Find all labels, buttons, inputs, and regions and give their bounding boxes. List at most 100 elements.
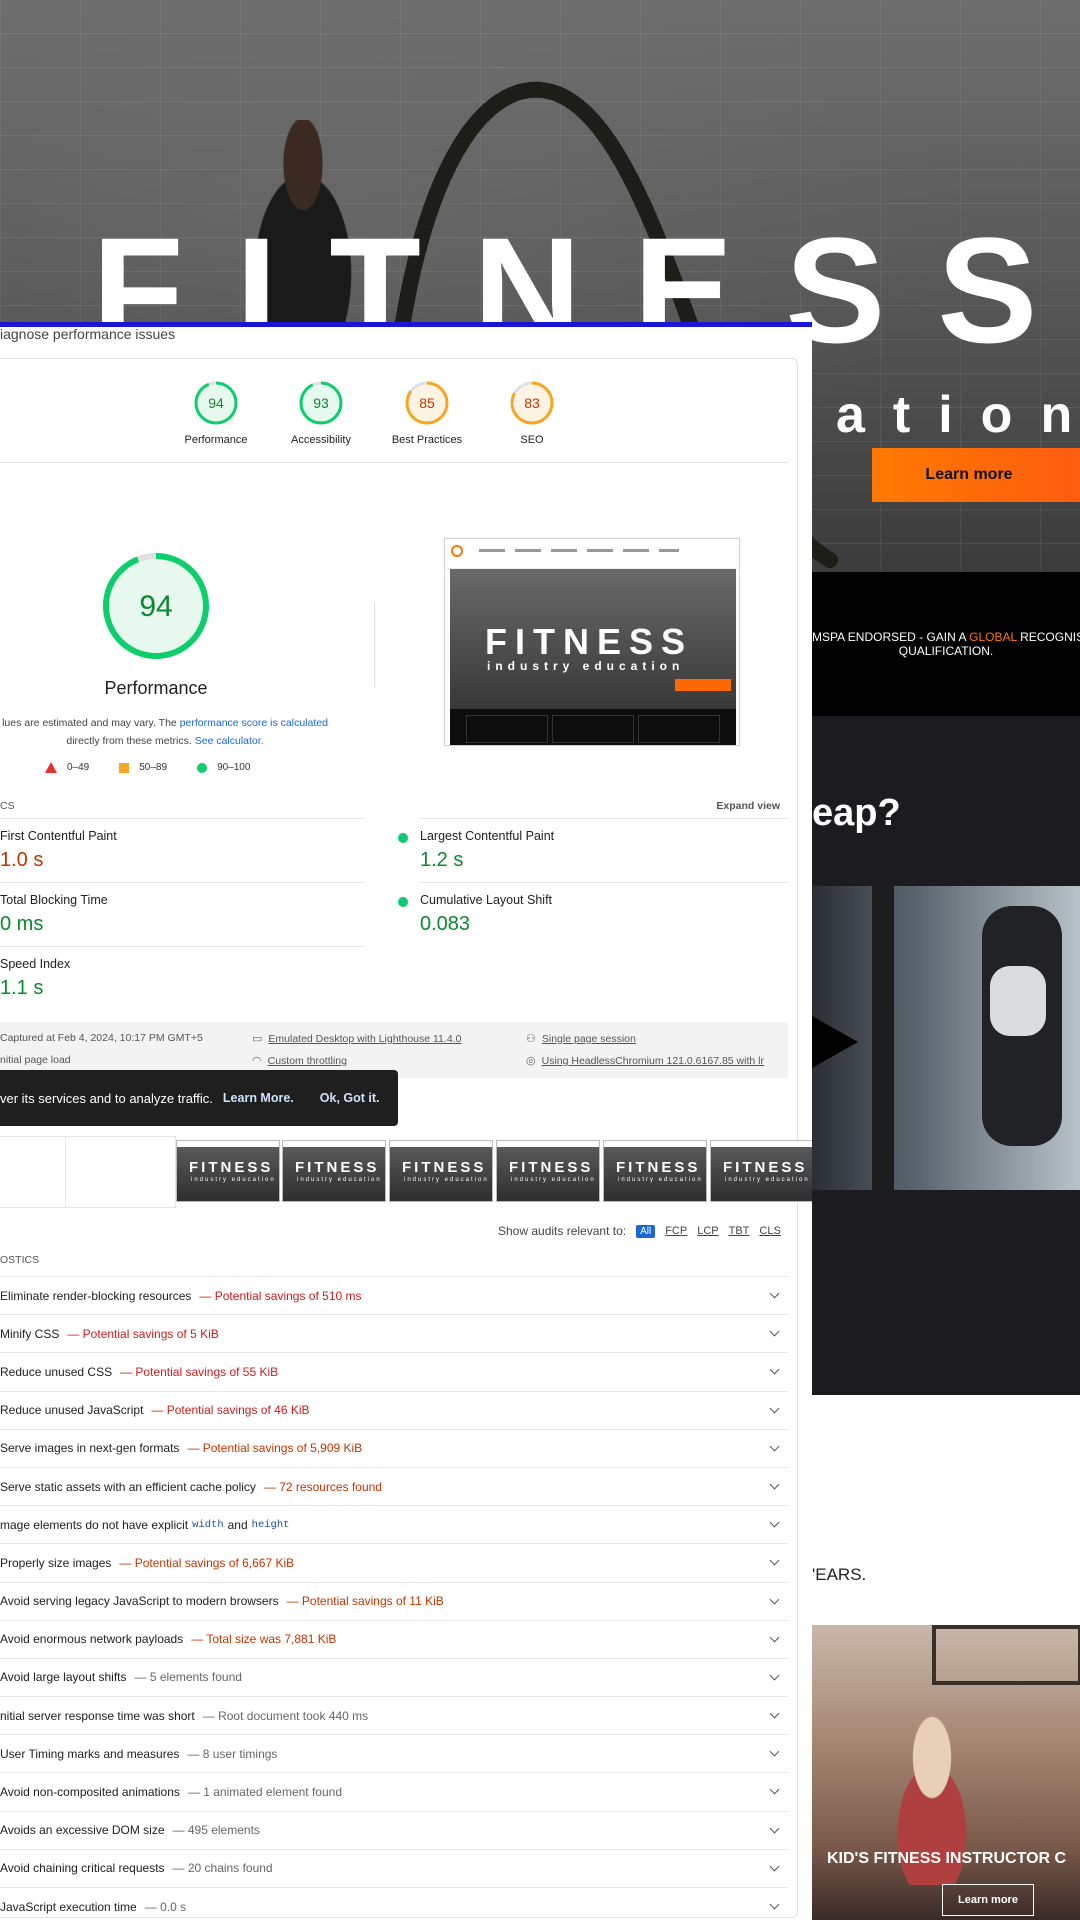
endorse-line-2: QUALIFICATION. xyxy=(898,644,994,658)
chevron-down-icon[interactable] xyxy=(769,1784,780,1795)
audit-row[interactable]: Reduce unused CSS — Potential savings of … xyxy=(0,1352,788,1390)
env-emulated[interactable]: ▭ Emulated Desktop with Lighthouse 11.4.0 xyxy=(252,1032,461,1046)
audit-detail: — 20 chains found xyxy=(172,1861,273,1876)
note-text: lues are estimated and may vary. The xyxy=(2,717,180,729)
audit-row[interactable]: Avoids an excessive DOM size — 495 elemen… xyxy=(0,1810,788,1849)
chevron-down-icon[interactable] xyxy=(769,1708,780,1719)
audit-title: mage elements do not have explicit xyxy=(0,1517,189,1532)
section-heading: eap? xyxy=(812,792,901,834)
audit-detail: — Potential savings of 6,667 KiB xyxy=(119,1555,295,1570)
audit-row[interactable]: mage elements do not have explicit width a… xyxy=(0,1505,788,1543)
category-gauge[interactable]: 83 SEO xyxy=(482,380,582,446)
audit-row[interactable]: Properly size images — Potential savings … xyxy=(0,1543,788,1581)
chevron-down-icon[interactable] xyxy=(769,1670,780,1681)
audit-detail: — 1 animated element found xyxy=(187,1785,342,1800)
audit-row[interactable]: JavaScript execution time — 0.0 s xyxy=(0,1887,788,1920)
score-calculated-link[interactable]: performance score is calculated xyxy=(180,717,328,729)
hero-learn-more-button[interactable]: Learn more xyxy=(872,448,1080,502)
chevron-down-icon[interactable] xyxy=(769,1326,780,1337)
chevron-down-icon[interactable] xyxy=(769,1823,780,1834)
audit-row[interactable]: Eliminate render-blocking resources — Pot… xyxy=(0,1276,788,1314)
final-screenshot[interactable]: FITNESS industry education xyxy=(444,538,740,746)
env-browser[interactable]: ◎ Using HeadlessChromium 121.0.6167.85 wi… xyxy=(526,1054,764,1068)
audit-row[interactable]: Avoid chaining critical requests — 20 cha… xyxy=(0,1848,788,1887)
category-gauge[interactable]: 94 Performance xyxy=(166,380,266,446)
metric-value: 1.1 s xyxy=(0,977,44,999)
audit-row[interactable]: Reduce unused JavaScript — Potential savi… xyxy=(0,1390,788,1429)
category-gauge[interactable]: 85 Best Practices xyxy=(377,380,477,446)
audit-detail: — Potential savings of 5,909 KiB xyxy=(187,1441,363,1456)
laptop-icon: ▭ xyxy=(252,1033,263,1045)
filter-all[interactable]: All xyxy=(636,1224,656,1238)
frame-title: FITNESS xyxy=(295,1159,380,1176)
endorse-highlight: GLOBAL xyxy=(969,630,1017,644)
chevron-down-icon[interactable] xyxy=(769,1288,780,1299)
metric-value: 1.2 s xyxy=(420,849,464,871)
audit-row[interactable]: Avoid large layout shifts — 5 elements fo… xyxy=(0,1657,788,1696)
frame-subtitle: industry education xyxy=(404,1177,489,1183)
score-legend: 0–49 50–89 90–100 xyxy=(45,762,250,773)
chevron-down-icon[interactable] xyxy=(769,1517,780,1528)
divider xyxy=(0,462,788,463)
audit-row[interactable]: Avoid enormous network payloads — Total s… xyxy=(0,1619,788,1658)
filter-label: Show audits relevant to: xyxy=(498,1224,627,1238)
audit-row[interactable]: Serve images in next-gen formats — Potent… xyxy=(0,1428,788,1467)
metric-value: 0 ms xyxy=(0,913,44,935)
audit-row[interactable]: Avoid non-composited animations — 1 anima… xyxy=(0,1772,788,1810)
play-icon[interactable] xyxy=(812,1016,858,1068)
audit-title: Serve static assets with an efficient ca… xyxy=(0,1479,256,1494)
chevron-down-icon[interactable] xyxy=(769,1861,780,1872)
frame-nav xyxy=(497,1141,599,1147)
category-label: Best Practices xyxy=(391,434,463,446)
cookie-ok-button[interactable]: Ok, Got it. xyxy=(320,1091,380,1105)
performance-gauge[interactable]: 94 xyxy=(100,550,212,662)
chevron-down-icon[interactable] xyxy=(769,1594,780,1604)
audit-row[interactable]: Avoid serving legacy JavaScript to moder… xyxy=(0,1581,788,1620)
chevron-down-icon[interactable] xyxy=(769,1479,780,1490)
chevron-down-icon[interactable] xyxy=(769,1632,780,1643)
metric-value: 0.083 xyxy=(420,913,471,935)
legend-fail: 0–49 xyxy=(67,762,90,773)
audit-row[interactable]: User Timing marks and measures — 8 user t… xyxy=(0,1734,788,1772)
audit-title: Reduce unused CSS xyxy=(0,1364,113,1379)
kids-learn-more-button[interactable]: Learn more xyxy=(942,1884,1034,1916)
audit-row[interactable]: Minify CSS — Potential savings of 5 KiB xyxy=(0,1314,788,1352)
frame-title: FITNESS xyxy=(616,1159,701,1176)
note-text-2: directly from these metrics. xyxy=(66,735,195,747)
audit-filter: Show audits relevant to: All FCP LCP TBT… xyxy=(498,1224,781,1238)
category-gauge[interactable]: 93 Accessibility xyxy=(271,380,371,446)
thumb-logo-icon xyxy=(451,545,463,557)
filter-lcp[interactable]: LCP xyxy=(697,1225,718,1237)
audit-title: Avoid large layout shifts xyxy=(0,1670,127,1685)
audit-detail: — Total size was 7,881 KiB xyxy=(191,1632,337,1647)
env-session[interactable]: ⚇ Single page session xyxy=(526,1032,636,1046)
filter-fcp[interactable]: FCP xyxy=(665,1225,687,1237)
filmstrip-frame: FITNESS industry education xyxy=(603,1140,707,1202)
audit-row[interactable]: Serve static assets with an efficient ca… xyxy=(0,1466,788,1505)
chevron-down-icon[interactable] xyxy=(769,1555,780,1566)
legend-pass: 90–100 xyxy=(217,762,251,773)
chevron-down-icon[interactable] xyxy=(769,1364,780,1375)
metric-name: Speed Index xyxy=(0,957,71,971)
filter-cls[interactable]: CLS xyxy=(759,1225,780,1237)
endorse-text: MSPA ENDORSED - GAIN A xyxy=(812,630,970,644)
expand-view-toggle[interactable]: Expand view xyxy=(716,800,780,812)
chevron-down-icon[interactable] xyxy=(769,1899,780,1910)
thumb-nav-links xyxy=(479,549,679,552)
audit-row[interactable]: nitial server response time was short — R… xyxy=(0,1696,788,1734)
audit-detail: — 8 user timings xyxy=(187,1746,278,1761)
category-score: 93 xyxy=(313,395,329,411)
audit-title: Eliminate render-blocking resources xyxy=(0,1288,192,1303)
env-throttling[interactable]: ◠ Custom throttling xyxy=(252,1054,347,1068)
see-calculator-link[interactable]: See calculator. xyxy=(195,735,264,747)
thumb-title: FITNESS xyxy=(485,621,694,662)
chevron-down-icon[interactable] xyxy=(769,1403,780,1414)
cookie-learn-more-link[interactable]: Learn More. xyxy=(223,1091,294,1105)
chevron-down-icon[interactable] xyxy=(769,1441,780,1452)
chevron-down-icon[interactable] xyxy=(769,1746,780,1757)
category-label: Accessibility xyxy=(291,434,351,446)
filter-tbt[interactable]: TBT xyxy=(729,1225,750,1237)
treadmill-bar xyxy=(872,886,894,1190)
performance-note: lues are estimated and may vary. The per… xyxy=(0,714,330,750)
category-score: 83 xyxy=(524,395,540,411)
